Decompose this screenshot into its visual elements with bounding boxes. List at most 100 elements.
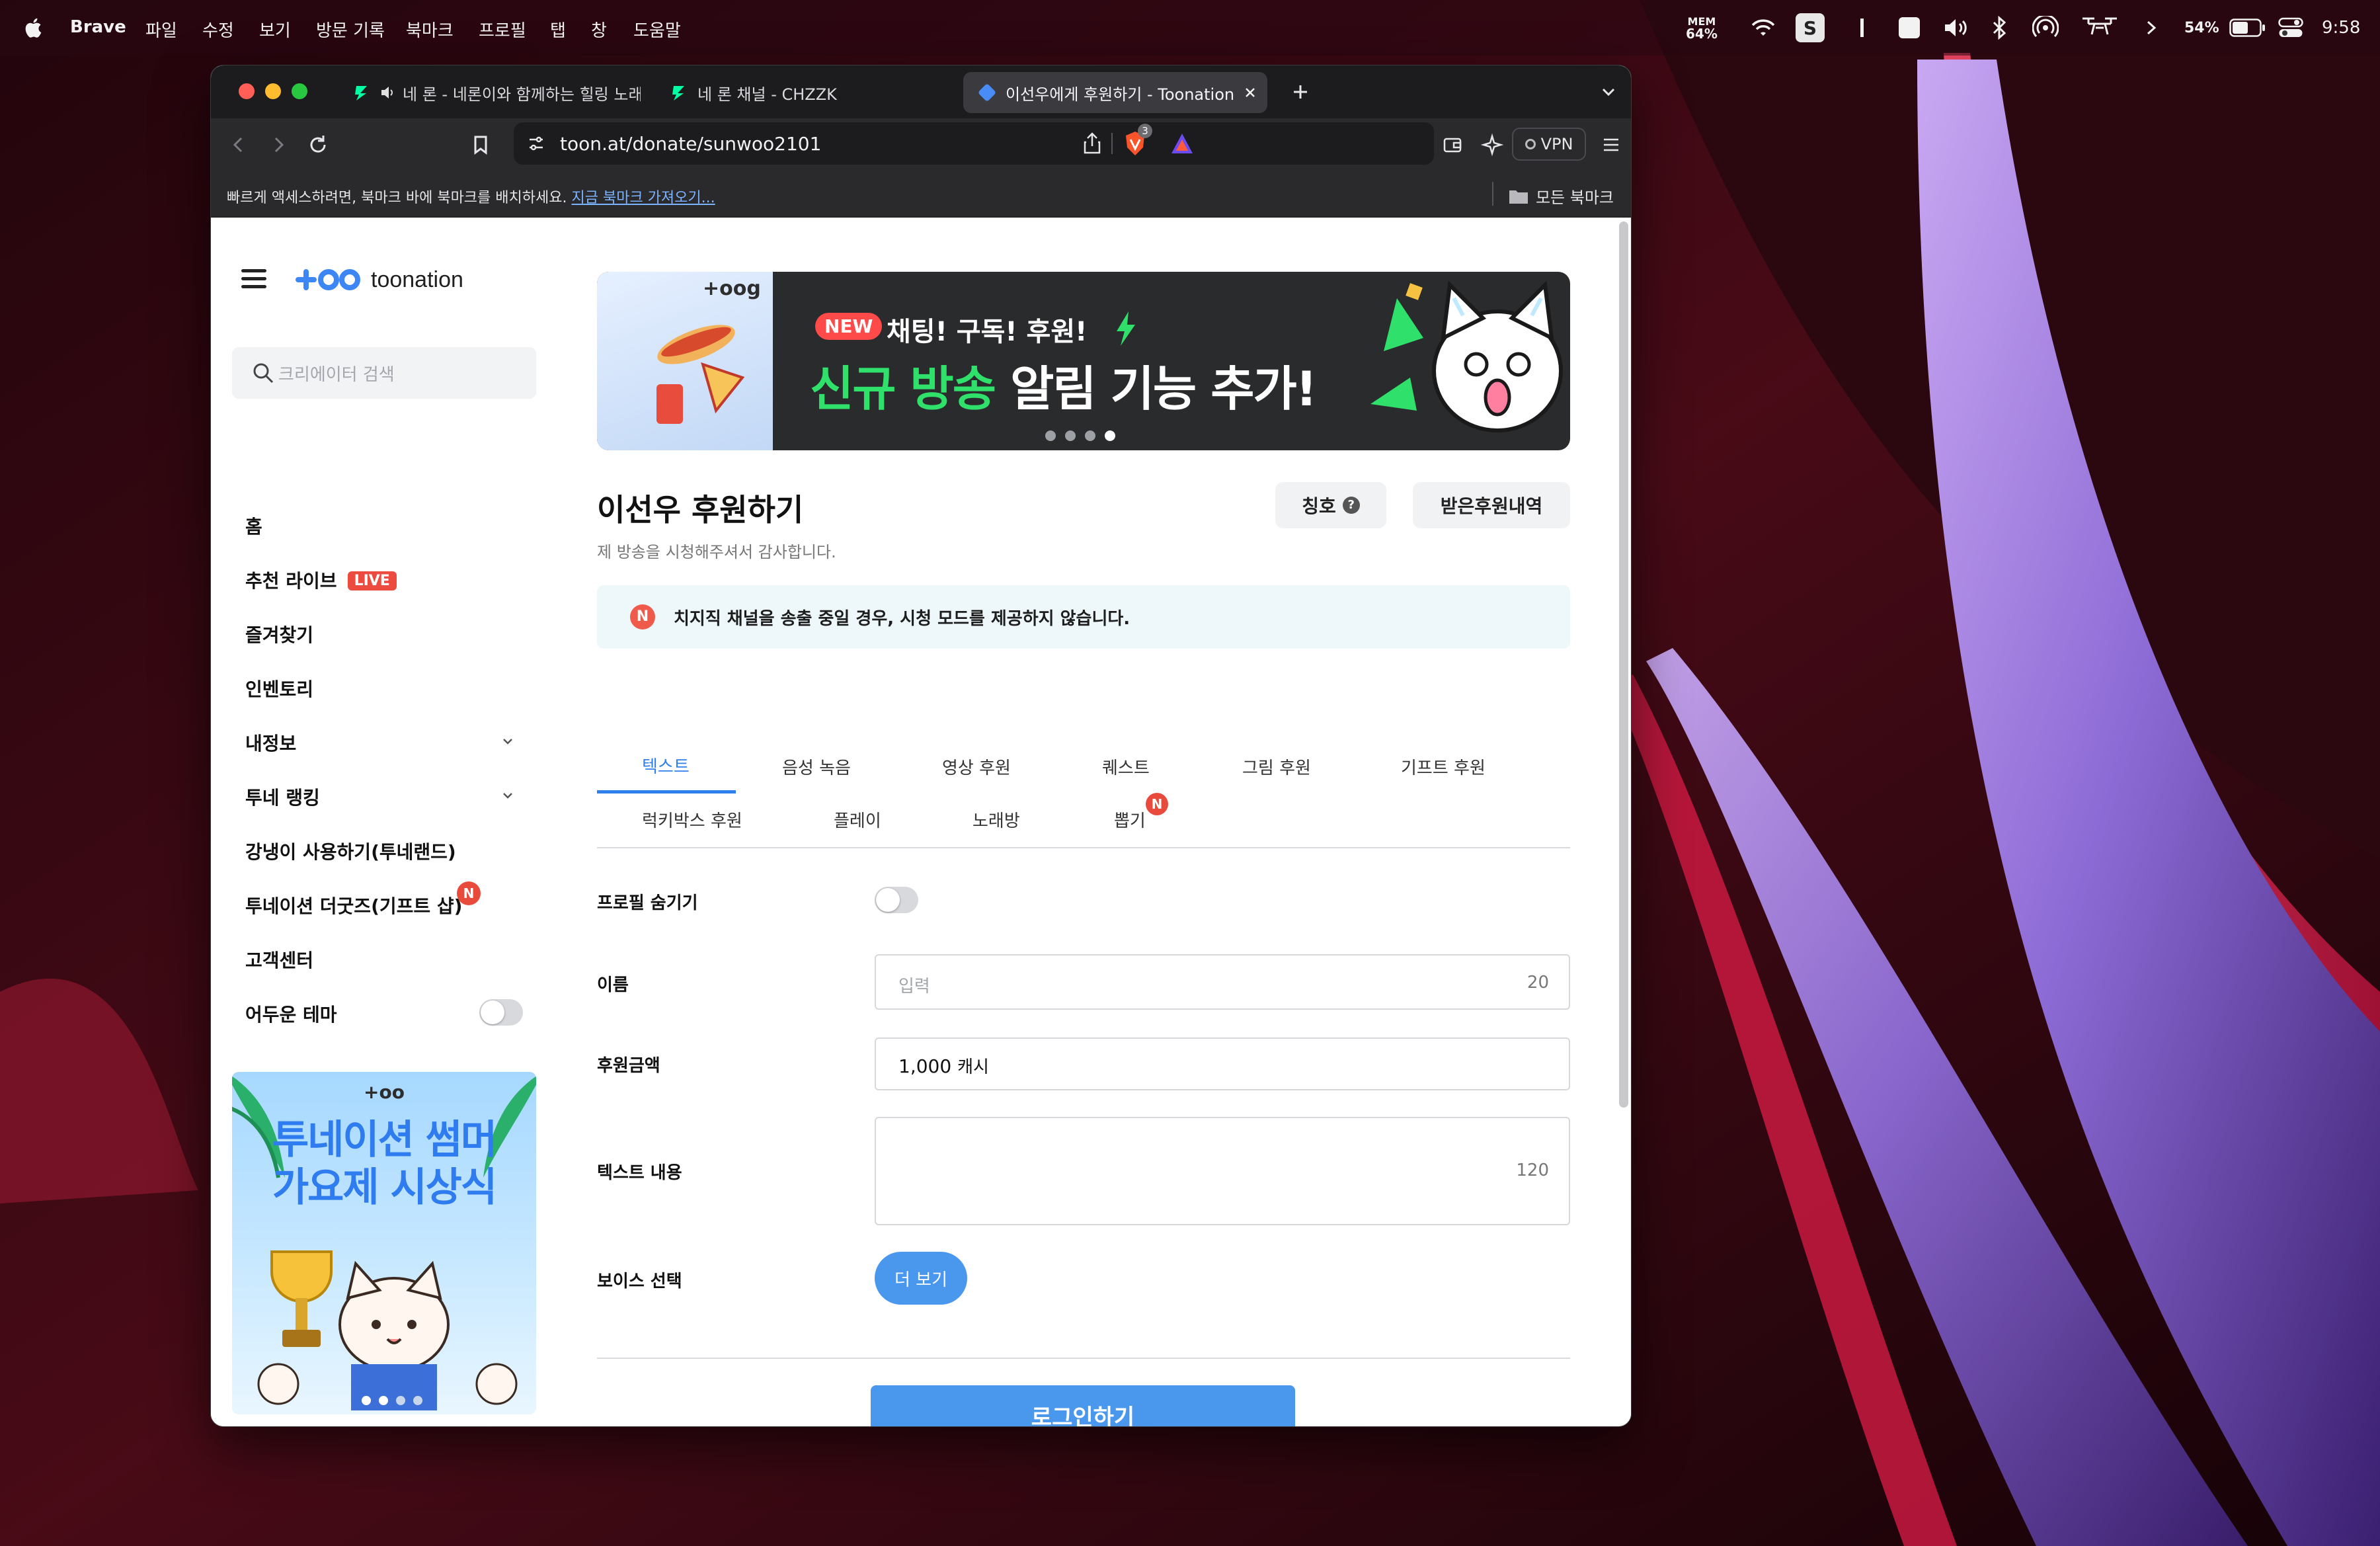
sidebar-item-ranking[interactable]: 투네 랭킹 — [245, 784, 320, 810]
airdrop-icon[interactable] — [2032, 16, 2059, 40]
control-center-icon[interactable] — [2278, 17, 2303, 38]
wallet-icon[interactable] — [1439, 132, 1466, 158]
amount-input[interactable]: 1,000 캐시 — [875, 1037, 1570, 1090]
share-icon[interactable] — [1081, 132, 1103, 155]
menu-window[interactable]: 창 — [591, 17, 607, 42]
menu-history[interactable]: 방문 기록 — [316, 17, 385, 42]
chevron-right-icon[interactable] — [2146, 20, 2157, 36]
minimize-window-button[interactable] — [265, 83, 281, 99]
name-label: 이름 — [597, 975, 629, 995]
square-app-icon[interactable] — [1899, 17, 1920, 38]
tab-quest[interactable]: 퀘스트 — [1102, 754, 1150, 779]
site-settings-icon[interactable] — [526, 133, 547, 154]
sidebar-item-label: 투네이션 더굿즈(기프트 샵) — [245, 895, 463, 917]
tab-list-chevron-down-icon[interactable] — [1595, 79, 1622, 105]
carousel-dot[interactable] — [379, 1396, 388, 1405]
bookmark-icon[interactable] — [467, 132, 494, 158]
carousel-dot[interactable] — [1085, 430, 1095, 441]
menu-bar: Brave 파일 수정 보기 방문 기록 북마크 프로필 탭 창 도움말 MEM… — [0, 0, 2380, 56]
received-donations-button[interactable]: 받은후원내역 — [1413, 482, 1570, 528]
carousel-dot-active[interactable] — [1105, 430, 1115, 441]
tab-video[interactable]: 영상 후원 — [942, 754, 1011, 779]
address-bar[interactable]: toon.at/donate/sunwoo2101 3 — [514, 122, 1434, 165]
tab-neron-healing[interactable]: 네 론 - 네론이와 함께하는 힐링 노래 — [343, 72, 641, 113]
s-app-icon[interactable]: S — [1796, 13, 1825, 42]
name-input[interactable]: 입력 20 — [875, 954, 1570, 1010]
page-scrollbar[interactable] — [1619, 222, 1628, 1108]
tab-text[interactable]: 텍스트 — [642, 753, 690, 778]
reload-icon[interactable] — [305, 132, 331, 158]
sidebar-item-customer-center[interactable]: 고객센터 — [245, 946, 313, 973]
tab-luckybox[interactable]: 럭키박스 후원 — [642, 807, 742, 832]
sidebar-item-recommended-live[interactable]: 추천 라이브 LIVE — [245, 567, 397, 593]
carousel-dot[interactable] — [1065, 430, 1076, 441]
tab-play[interactable]: 플레이 — [834, 807, 881, 832]
tab-drawing[interactable]: 그림 후원 — [1242, 754, 1311, 779]
brave-rewards-icon[interactable] — [1170, 132, 1195, 155]
toonation-favicon-icon — [978, 84, 996, 101]
carousel-dot[interactable] — [1045, 430, 1056, 441]
creator-search-input[interactable]: 크리에이터 검색 — [232, 347, 536, 399]
volume-icon[interactable] — [1944, 17, 1970, 38]
title-badge-button[interactable]: 칭호 ? — [1275, 482, 1386, 528]
summer-contest-promo-banner[interactable]: +oo 투네이션 썸머 가요제 시상식 — [232, 1072, 536, 1414]
carousel-dot[interactable] — [396, 1396, 405, 1405]
hide-profile-toggle[interactable] — [875, 887, 918, 913]
wifi-icon[interactable] — [1751, 19, 1776, 38]
forward-icon[interactable] — [265, 132, 292, 158]
zoom-window-button[interactable] — [292, 83, 307, 99]
sidebar-item-home[interactable]: 홈 — [245, 512, 262, 539]
tab-gift[interactable]: 기프트 후원 — [1401, 754, 1486, 779]
sidebar-item-favorites[interactable]: 즐겨찾기 — [245, 621, 313, 647]
clock[interactable]: 9:58 — [2322, 0, 2360, 56]
drone-icon[interactable] — [2080, 13, 2120, 42]
bluetooth-icon[interactable] — [1991, 16, 2008, 40]
tab-gacha[interactable]: 뽑기 — [1114, 807, 1146, 832]
sidebar-item-my-info[interactable]: 내정보 — [245, 729, 296, 756]
dark-theme-toggle[interactable] — [479, 999, 523, 1026]
menu-bookmarks[interactable]: 북마크 — [406, 17, 454, 42]
login-button[interactable]: 로그인하기 — [871, 1385, 1295, 1426]
tab-neron-chzzk[interactable]: 네 론 채널 - CHZZK — [660, 72, 925, 113]
vpn-button[interactable]: VPN — [1512, 128, 1586, 161]
speaker-icon[interactable] — [380, 85, 396, 101]
sidebar-item-toonaland[interactable]: 강냉이 사용하기(투네랜드) — [245, 838, 456, 864]
text-content-textarea[interactable]: 120 — [875, 1117, 1570, 1225]
tab-karaoke[interactable]: 노래방 — [972, 807, 1020, 832]
import-bookmarks-link[interactable]: 지금 북마크 가져오기... — [571, 190, 715, 206]
menu-view[interactable]: 보기 — [259, 17, 291, 42]
close-tab-icon[interactable] — [1244, 86, 1257, 99]
logo-text: toonation — [371, 266, 463, 292]
new-feature-banner[interactable]: +oog NEW 채팅! 구독! 후원! 신규 방송 알림 기능 추가! — [597, 272, 1570, 450]
menu-edit[interactable]: 수정 — [202, 17, 234, 42]
chevron-down-icon[interactable] — [502, 792, 514, 799]
menu-tab[interactable]: 탭 — [550, 17, 566, 42]
chevron-down-icon[interactable] — [502, 737, 514, 745]
voice-more-button[interactable]: 더 보기 — [875, 1252, 967, 1305]
sidebar-item-goods-shop[interactable]: 투네이션 더굿즈(기프트 샵) — [245, 892, 462, 918]
apple-menu-icon[interactable] — [22, 15, 46, 41]
help-icon[interactable]: ? — [1342, 497, 1360, 514]
hamburger-menu-icon[interactable] — [241, 269, 266, 289]
menu-profiles[interactable]: 프로필 — [479, 17, 526, 42]
tabs-divider — [597, 847, 1570, 848]
leo-ai-icon[interactable] — [1479, 132, 1505, 158]
sidebar-item-inventory[interactable]: 인벤토리 — [245, 675, 313, 702]
tab-toonation-donate[interactable]: 이선우에게 후원하기 - Toonation — [963, 72, 1267, 113]
memory-status[interactable]: MEM 64% — [1686, 0, 1718, 56]
menu-app-name[interactable]: Brave — [70, 17, 126, 37]
toonation-logo[interactable]: toonation — [294, 264, 463, 296]
all-bookmarks-button[interactable]: 모든 북마크 — [1508, 184, 1614, 208]
tab-voice-record[interactable]: 음성 녹음 — [782, 754, 851, 779]
new-tab-icon[interactable] — [1287, 79, 1314, 105]
text-cursor-icon[interactable] — [1860, 19, 1864, 37]
carousel-dot[interactable] — [362, 1396, 371, 1405]
main-menu-icon[interactable] — [1598, 132, 1624, 158]
carousel-dot[interactable] — [413, 1396, 422, 1405]
menu-file[interactable]: 파일 — [145, 17, 177, 42]
battery-icon[interactable] — [2229, 19, 2266, 37]
menu-help[interactable]: 도움말 — [633, 17, 681, 42]
back-icon[interactable] — [225, 132, 252, 158]
close-window-button[interactable] — [239, 83, 255, 99]
banner-logo: +oog — [703, 277, 761, 300]
